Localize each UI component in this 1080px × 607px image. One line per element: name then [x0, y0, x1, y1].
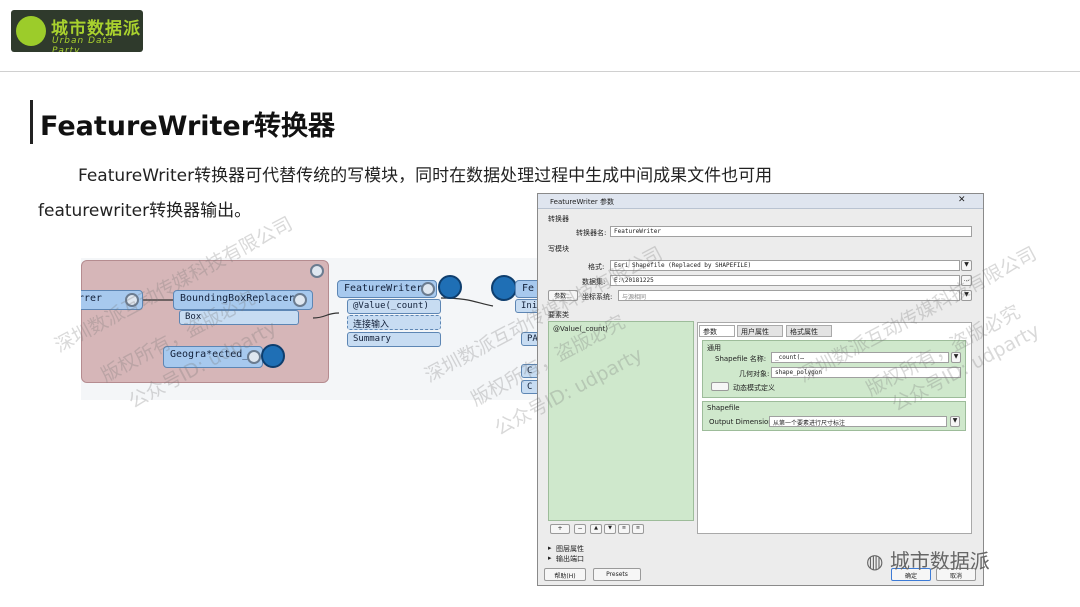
paragraph-line-1: FeatureWriter转换器可代替传统的写模块，同时在数据处理过程中生成中间…	[78, 166, 773, 186]
tab-user-attributes[interactable]: 用户属性	[737, 325, 783, 337]
featurewriter-dialog: FeatureWriter 参数 ✕ 转换器 转换器名: FeatureWrit…	[537, 193, 984, 586]
output-dimension-dropdown-icon[interactable]: ▼	[950, 416, 960, 427]
tab-user-attrs-label: 用户属性	[741, 328, 769, 336]
move-up-button[interactable]: ▲	[590, 524, 602, 534]
tab-parameters-label: 参数	[703, 328, 717, 336]
coordsys-field[interactable]: 与源相同	[618, 290, 960, 301]
wechat-icon: ◍	[866, 549, 884, 573]
tab-format-attributes[interactable]: 格式属性	[786, 325, 832, 337]
label-coordsys: 坐标系统:	[582, 293, 613, 301]
writer-arrow-icon[interactable]	[438, 275, 462, 299]
table-list: @Value(_count)	[548, 321, 694, 521]
port-c1[interactable]: C	[521, 364, 538, 378]
shapefile-name-dropdown-icon[interactable]: ▼	[951, 352, 961, 363]
coordsys-dropdown-icon[interactable]: ▼	[961, 290, 972, 301]
port-pa[interactable]: PA	[521, 332, 538, 346]
geometry-select[interactable]: shape_polygon	[771, 367, 961, 378]
group-shapefile: Shapefile Output Dimension: 从第一个要素进行尺寸标注…	[702, 401, 966, 431]
dataset-browse-icon[interactable]: …	[961, 275, 972, 286]
port-c2[interactable]: C	[521, 380, 538, 394]
transformer-name-field[interactable]: FeatureWriter	[610, 226, 972, 237]
collapse-ports-icon[interactable]: ▸	[548, 554, 552, 562]
dialog-titlebar: FeatureWriter 参数 ✕	[538, 194, 983, 209]
brand-subtitle: Urban Data Party	[52, 36, 114, 52]
tab-format-attrs-label: 格式属性	[790, 328, 818, 336]
table-list-item[interactable]: @Value(_count)	[553, 325, 608, 333]
dynamic-toggle[interactable]	[711, 382, 729, 391]
footer-wechat-label: 城市数据派	[889, 549, 990, 573]
label-shapefile-name: Shapefile 名称:	[715, 355, 767, 363]
group-general-label: 通用	[707, 344, 721, 352]
node-fw-gear-icon[interactable]	[421, 282, 435, 296]
label-dynamic-schema: 动态模式定义	[733, 384, 775, 392]
connection-lines	[143, 297, 494, 319]
label-geometry: 几何对象:	[739, 370, 770, 378]
tab-parameters[interactable]: 参数	[699, 325, 735, 337]
section-transformer: 转换器	[548, 215, 569, 223]
group-general: 通用 Shapefile 名称: _count(… ▼ 几何对象: shape_…	[702, 340, 966, 398]
reader-db-icon[interactable]	[491, 275, 517, 301]
params-button[interactable]: 参数...	[548, 290, 578, 301]
format-dropdown-icon[interactable]: ▼	[961, 260, 972, 271]
header-divider	[0, 71, 1080, 72]
page-title: FeatureWriter转换器	[40, 111, 336, 142]
format-select[interactable]: Esri Shapefile (Replaced by SHAPEFILE)	[610, 260, 960, 271]
footer-wechat: ◍ 城市数据派	[866, 545, 990, 574]
shapefile-name-field[interactable]: _count(…	[771, 352, 949, 363]
port-value-count[interactable]: @Value(_count)	[347, 299, 441, 314]
brand-logo: 城市数据派 Urban Data Party	[11, 10, 143, 52]
collapse-output-ports[interactable]: 输出端口	[556, 554, 584, 564]
move-down-button[interactable]: ▼	[604, 524, 616, 534]
collapse-attrs-icon[interactable]: ▸	[548, 544, 552, 552]
title-accent-bar	[30, 100, 33, 144]
paragraph-line-2: featurewriter转换器输出。	[38, 201, 252, 221]
label-dataset: 数据集:	[582, 278, 606, 286]
dialog-title: FeatureWriter 参数	[550, 198, 615, 206]
help-button[interactable]: 帮助(H)	[544, 568, 586, 581]
label-format: 格式:	[588, 263, 605, 271]
group-shapefile-label: Shapefile	[707, 404, 740, 412]
port-initiator[interactable]: Init	[515, 299, 538, 313]
section-writer: 写模块	[548, 245, 569, 253]
port-summary[interactable]: Summary	[347, 332, 441, 347]
list-option-button-2[interactable]: ≡	[632, 524, 644, 534]
remove-table-button[interactable]: −	[574, 524, 586, 534]
dataset-field[interactable]: E:\20181225	[610, 275, 960, 286]
label-transformer-name: 转换器名:	[576, 229, 607, 237]
close-icon[interactable]: ✕	[958, 195, 966, 205]
brand-badge-icon	[16, 16, 46, 46]
collapse-layer-attrs[interactable]: 图层属性	[556, 544, 584, 554]
output-dimension-select[interactable]: 从第一个要素进行尺寸标注	[769, 416, 947, 427]
add-table-button[interactable]: +	[550, 524, 570, 534]
workspace-canvas: rrer BoundingBoxReplacer Box Geogra*ecte…	[81, 258, 538, 400]
node-fe[interactable]: Fe	[515, 280, 538, 298]
presets-button[interactable]: Presets	[593, 568, 641, 581]
section-tables: 要素类	[548, 311, 569, 319]
list-option-button-1[interactable]: ≡	[618, 524, 630, 534]
port-connect-input[interactable]: 连接输入	[347, 315, 441, 330]
label-output-dimension: Output Dimension:	[709, 418, 776, 426]
